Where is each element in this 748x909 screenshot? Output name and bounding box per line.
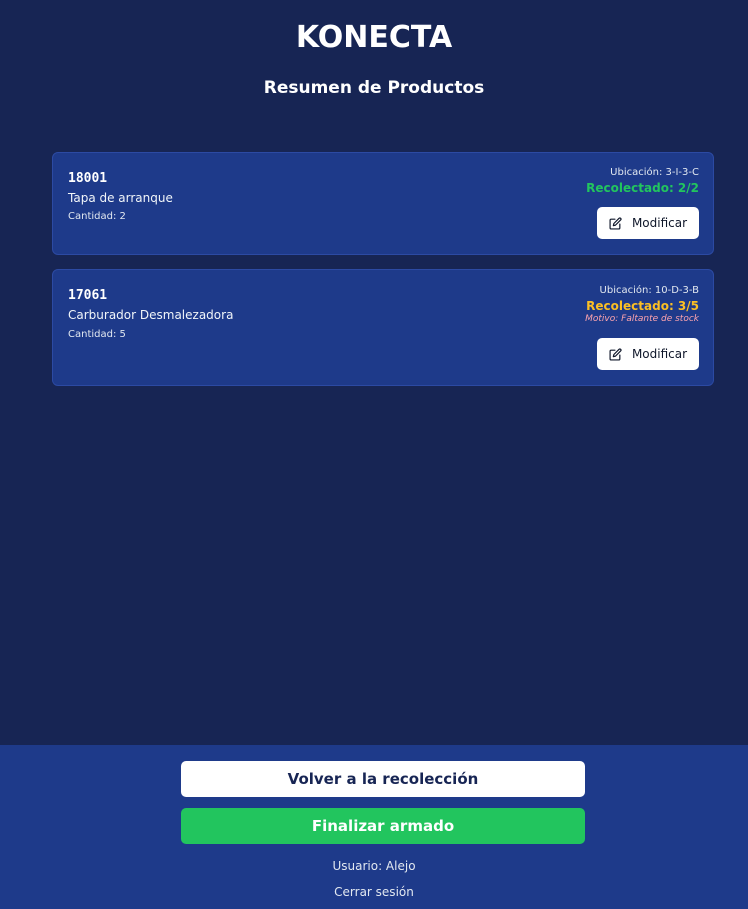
- edit-icon: [609, 216, 622, 230]
- modify-button[interactable]: Modificar: [597, 338, 699, 370]
- finish-assembly-button[interactable]: Finalizar armado: [181, 808, 585, 844]
- app-title: KONECTA: [295, 20, 453, 55]
- collected-status: Recolectado: 3/5: [586, 299, 699, 313]
- page: KONECTA Resumen de Productos 18001 Tapa …: [0, 0, 748, 909]
- logout-link[interactable]: Cerrar sesión: [0, 885, 748, 899]
- modify-button[interactable]: Modificar: [597, 207, 699, 239]
- product-card: 17061 Carburador Desmalezadora Cantidad:…: [52, 269, 714, 386]
- modify-button-label: Modificar: [631, 347, 688, 361]
- collected-status: Recolectado: 2/2: [586, 181, 699, 195]
- product-quantity: Cantidad: 2: [68, 211, 126, 222]
- product-location: Ubicación: 10-D-3-B: [599, 285, 699, 296]
- product-list: 18001 Tapa de arranque Cantidad: 2 Ubica…: [52, 152, 714, 400]
- back-to-collection-button[interactable]: Volver a la recolección: [181, 761, 585, 797]
- product-status: Ubicación: 10-D-3-B Recolectado: 3/5 Mot…: [585, 285, 699, 324]
- product-status: Ubicación: 3-I-3-C Recolectado: 2/2: [586, 167, 699, 195]
- product-code: 17061: [68, 288, 108, 303]
- edit-icon: [609, 347, 622, 361]
- product-location: Ubicación: 3-I-3-C: [610, 167, 699, 178]
- shortage-reason: Motivo: Faltante de stock: [585, 314, 699, 324]
- product-code: 18001: [68, 171, 108, 186]
- product-name: Tapa de arranque: [68, 191, 173, 205]
- product-card: 18001 Tapa de arranque Cantidad: 2 Ubica…: [52, 152, 714, 255]
- current-user: Usuario: Alejo: [332, 859, 416, 873]
- modify-button-label: Modificar: [631, 216, 688, 230]
- page-subtitle: Resumen de Productos: [263, 78, 485, 98]
- product-quantity: Cantidad: 5: [68, 329, 126, 340]
- product-name: Carburador Desmalezadora: [68, 308, 234, 322]
- footer-bar: Volver a la recolección Finalizar armado…: [0, 745, 748, 909]
